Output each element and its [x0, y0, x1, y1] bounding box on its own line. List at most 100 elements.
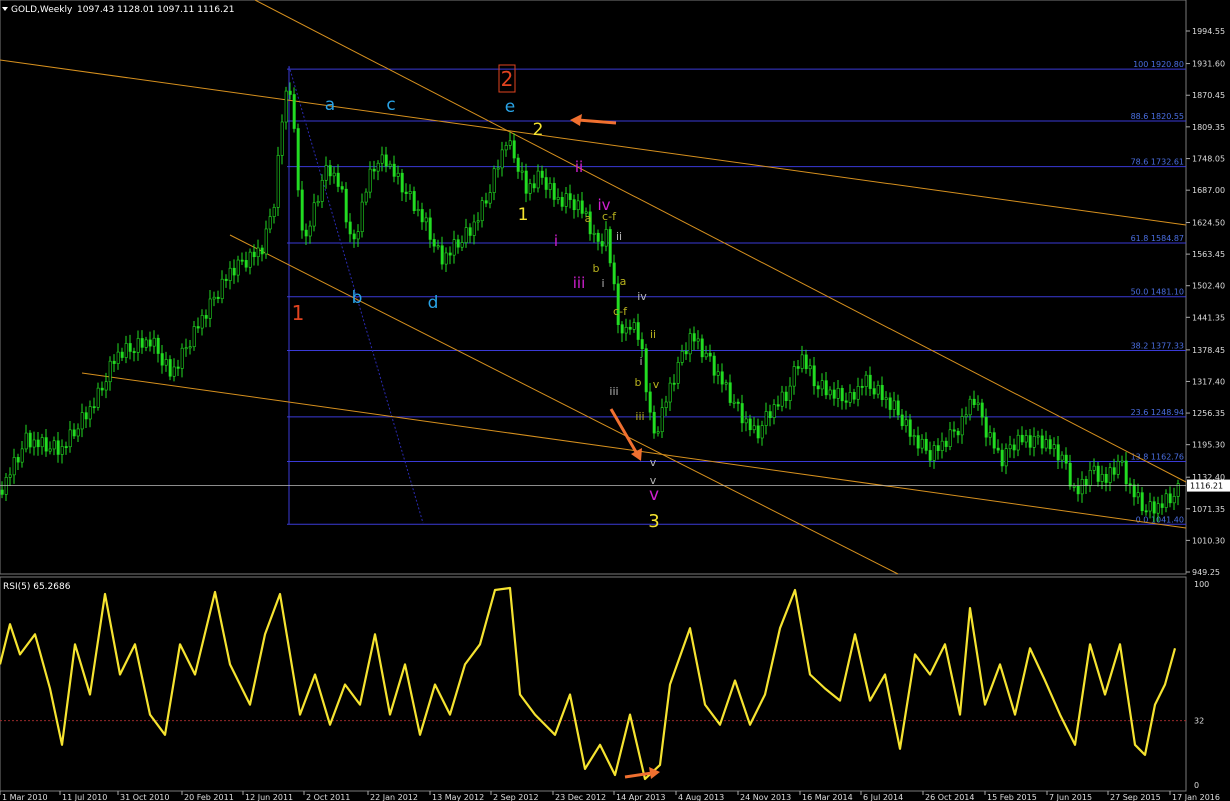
- candle-body: [876, 385, 880, 395]
- wave-label[interactable]: 2: [533, 120, 544, 140]
- wave-label[interactable]: v: [649, 485, 659, 505]
- wave-label[interactable]: a: [620, 275, 627, 288]
- candle-body: [812, 365, 816, 387]
- wave-label[interactable]: v: [650, 456, 657, 469]
- candle-body: [220, 278, 224, 299]
- candle-body: [284, 90, 288, 123]
- candle-body: [64, 446, 68, 448]
- rsi-pane[interactable]: [0, 576, 1187, 792]
- wave-label[interactable]: d: [428, 293, 439, 313]
- wave-label[interactable]: a: [325, 95, 335, 115]
- wave-label[interactable]: ii: [575, 158, 583, 176]
- wave-label[interactable]: 3: [648, 511, 659, 532]
- candle-body: [868, 374, 872, 389]
- ohlc-values: 1097.43 1128.01 1097.11 1116.21: [77, 5, 234, 15]
- rsi-label: RSI(5) 65.2686: [3, 582, 71, 592]
- wave-label[interactable]: v: [650, 474, 657, 487]
- wave-label[interactable]: c-f: [602, 210, 617, 223]
- candle-body: [476, 220, 480, 223]
- price-tick-label: 949.25: [1192, 568, 1220, 577]
- candle-body: [192, 326, 196, 348]
- wave-label[interactable]: e: [505, 97, 515, 117]
- candle-body: [1032, 436, 1036, 448]
- wave-label[interactable]: iii: [635, 410, 644, 423]
- wave-label[interactable]: iv: [637, 290, 647, 303]
- candle-body: [972, 398, 976, 405]
- date-tick-label: 22 Jan 2012: [370, 793, 418, 801]
- candle-body: [396, 172, 400, 177]
- fib-level-label: 100 1920.80: [1133, 60, 1184, 69]
- candle-body: [620, 324, 624, 334]
- candle-body: [672, 382, 676, 385]
- wave-label[interactable]: 1: [292, 301, 305, 325]
- candle-body: [356, 231, 360, 240]
- candle-body: [1068, 462, 1072, 487]
- candle-body: [100, 387, 104, 391]
- price-tick-label: 1441.35: [1192, 313, 1225, 322]
- candle-body: [1016, 434, 1020, 451]
- candle-body: [372, 168, 376, 172]
- candle-body: [328, 165, 332, 177]
- candle-body: [412, 191, 416, 211]
- candle-body: [144, 339, 148, 348]
- candle-body: [1148, 501, 1152, 512]
- candle-body: [124, 343, 128, 358]
- date-tick-label: 1 Mar 2010: [2, 793, 48, 801]
- candle-body: [708, 352, 712, 357]
- candle-body: [92, 406, 96, 409]
- wave-label[interactable]: iii: [573, 274, 586, 292]
- wave-label[interactable]: b: [635, 376, 642, 389]
- fib-level-label: 50.0 1481.10: [1131, 288, 1184, 297]
- candle-body: [924, 438, 928, 451]
- candle-body: [268, 216, 272, 230]
- candle-body: [172, 366, 176, 377]
- wave-label[interactable]: v: [653, 378, 660, 391]
- candle-body: [1108, 467, 1112, 483]
- candle-body: [560, 197, 564, 207]
- candle-body: [1096, 465, 1100, 482]
- candle-body: [668, 382, 672, 403]
- wave-label[interactable]: i: [639, 355, 642, 368]
- candle-body: [736, 401, 740, 404]
- candle-body: [964, 414, 968, 417]
- wave-label[interactable]: 1: [518, 205, 529, 225]
- fib-level-label: 38.2 1377.33: [1131, 341, 1184, 350]
- candle-body: [1012, 444, 1016, 451]
- candle-body: [780, 391, 784, 407]
- candle-body: [756, 425, 760, 439]
- candle-body: [1072, 485, 1076, 488]
- candle-body: [996, 447, 1000, 451]
- candle-body: [1060, 454, 1064, 461]
- price-pane[interactable]: [0, 0, 1187, 575]
- candle-body: [188, 346, 192, 349]
- candle-body: [448, 252, 452, 256]
- wave-label[interactable]: iii: [609, 385, 618, 398]
- candle-body: [952, 429, 956, 432]
- wave-label[interactable]: i: [601, 277, 604, 290]
- candle-body: [608, 229, 612, 264]
- wave-label[interactable]: a: [585, 212, 592, 225]
- candle-body: [308, 225, 312, 237]
- candle-body: [280, 121, 284, 156]
- candle-body: [684, 350, 688, 355]
- candle-body: [184, 347, 188, 350]
- wave-label[interactable]: 2: [501, 67, 514, 91]
- candle-body: [512, 140, 516, 159]
- candle-body: [748, 418, 752, 431]
- candle-body: [400, 172, 404, 193]
- candle-body: [892, 400, 896, 410]
- wave-label[interactable]: c: [386, 95, 395, 115]
- price-tick-label: 1931.60: [1192, 60, 1225, 69]
- date-tick-label: 17 Jan 2016: [1172, 793, 1220, 801]
- wave-label[interactable]: i: [554, 232, 558, 250]
- wave-label[interactable]: ii: [650, 328, 656, 341]
- candle-body: [408, 191, 412, 194]
- wave-label[interactable]: ii: [616, 230, 622, 243]
- price-tick-label: 1317.40: [1192, 377, 1225, 386]
- fib-level-label: 23.6 1248.94: [1131, 408, 1184, 417]
- wave-label[interactable]: b: [352, 288, 363, 308]
- wave-label[interactable]: b: [593, 262, 600, 275]
- wave-label[interactable]: c-f: [613, 305, 628, 318]
- candle-body: [256, 247, 260, 258]
- candle-body: [1140, 492, 1144, 512]
